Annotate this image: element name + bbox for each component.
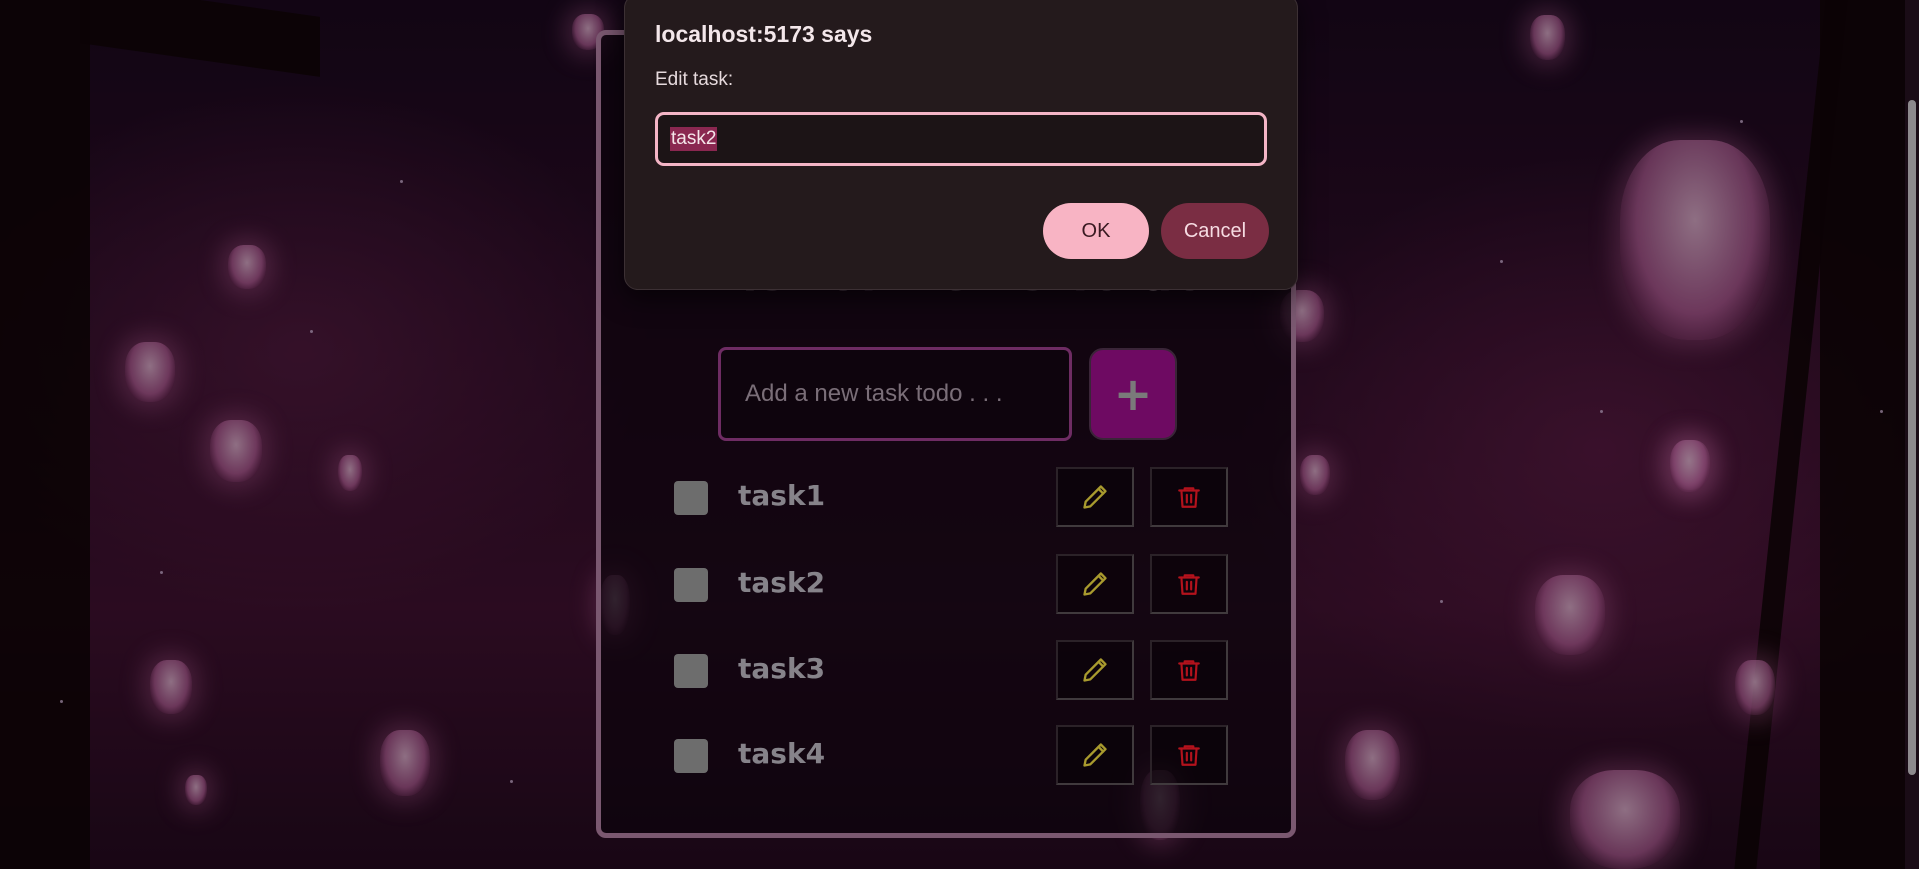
dialog-message: Edit task:: [655, 69, 734, 90]
delete-task-button[interactable]: [1150, 554, 1228, 614]
dialog-title: localhost:5173 says: [655, 21, 873, 47]
edit-task-button[interactable]: [1056, 554, 1134, 614]
edit-task-button[interactable]: [1056, 725, 1134, 785]
pencil-icon: [1083, 485, 1107, 509]
task-checkbox[interactable]: [674, 654, 708, 688]
task-label: task3: [738, 652, 826, 685]
delete-task-button[interactable]: [1150, 467, 1228, 527]
edit-task-value: task2: [670, 127, 718, 151]
cancel-button[interactable]: Cancel: [1161, 203, 1269, 259]
task-checkbox[interactable]: [674, 481, 708, 515]
delete-task-button[interactable]: [1150, 725, 1228, 785]
pencil-icon: [1083, 658, 1107, 682]
trash-icon: [1178, 487, 1200, 508]
scrollbar-thumb[interactable]: [1908, 100, 1916, 775]
delete-task-button[interactable]: [1150, 640, 1228, 700]
new-task-input[interactable]: [718, 347, 1072, 441]
task-label: task1: [738, 479, 826, 512]
trash-icon: [1178, 660, 1200, 681]
trash-icon: [1178, 745, 1200, 766]
task-row: task1: [660, 467, 1240, 527]
task-checkbox[interactable]: [674, 739, 708, 773]
scrollbar[interactable]: [1905, 0, 1919, 869]
ok-button[interactable]: OK: [1043, 203, 1149, 259]
task-checkbox[interactable]: [674, 568, 708, 602]
pencil-icon: [1083, 572, 1107, 596]
task-label: task4: [738, 737, 826, 770]
edit-task-button[interactable]: [1056, 640, 1134, 700]
task-row: task3: [660, 640, 1240, 700]
pencil-icon: [1083, 743, 1107, 767]
edit-task-button[interactable]: [1056, 467, 1134, 527]
task-row: task4: [660, 725, 1240, 785]
trash-icon: [1178, 574, 1200, 595]
task-row: task2: [660, 554, 1240, 614]
edit-task-field[interactable]: task2: [655, 112, 1267, 166]
prompt-dialog: localhost:5173 says Edit task: task2 OK …: [624, 0, 1298, 290]
task-label: task2: [738, 566, 826, 599]
add-task-button[interactable]: +: [1089, 348, 1177, 440]
